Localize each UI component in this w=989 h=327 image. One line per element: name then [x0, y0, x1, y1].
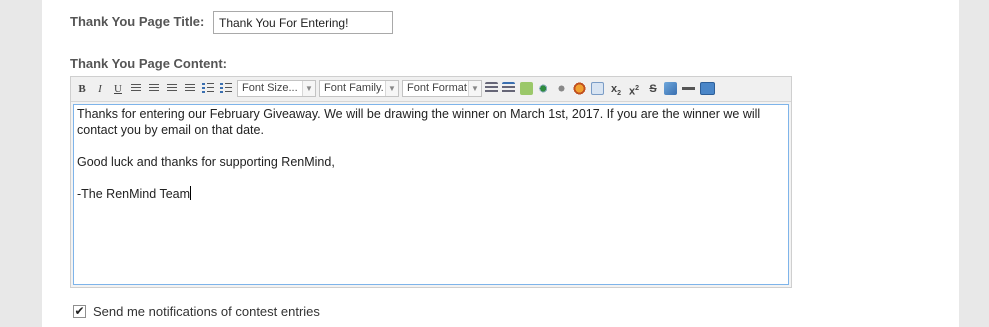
rich-text-editor: B I U Font Size... ▼ Font Family. ▼ Font…	[70, 76, 792, 288]
font-size-select[interactable]: Font Size... ▼	[237, 80, 316, 97]
title-input[interactable]	[213, 11, 393, 34]
editor-content-area[interactable]: Thanks for entering our February Giveawa…	[73, 104, 789, 285]
align-left-icon[interactable]	[131, 84, 141, 93]
highlight-icon[interactable]	[520, 82, 533, 95]
font-size-value: Font Size...	[242, 82, 298, 94]
font-family-value: Font Family.	[324, 82, 384, 94]
editor-paragraph-1: Thanks for entering our February Giveawa…	[77, 107, 761, 137]
horizontal-rule-icon[interactable]	[682, 82, 695, 95]
subscript-icon[interactable]: x2	[609, 81, 623, 97]
align-right-icon[interactable]	[167, 84, 177, 93]
notify-label: Send me notifications of contest entries	[93, 304, 320, 319]
align-center-icon[interactable]	[149, 84, 159, 93]
align-justify-icon[interactable]	[185, 84, 195, 93]
insert-special-icon[interactable]	[664, 82, 677, 95]
chevron-down-icon: ▼	[385, 81, 398, 96]
underline-button[interactable]: U	[111, 81, 125, 97]
italic-button[interactable]: I	[93, 81, 107, 97]
font-family-select[interactable]: Font Family. ▼	[319, 80, 399, 97]
image-icon[interactable]	[573, 82, 586, 95]
bold-button[interactable]: B	[75, 81, 89, 97]
notify-checkbox[interactable]: ✔	[73, 305, 86, 318]
font-format-value: Font Format	[407, 82, 467, 94]
unordered-list-icon[interactable]	[220, 83, 232, 94]
font-format-select[interactable]: Font Format ▼	[402, 80, 482, 97]
superscript-icon[interactable]: x2	[627, 81, 641, 98]
chevron-down-icon: ▼	[468, 81, 481, 96]
editor-signature: -The RenMind Team	[77, 187, 191, 201]
indent-icon[interactable]	[502, 82, 515, 95]
chevron-down-icon: ▼	[302, 81, 315, 96]
editor-paragraph-3: -The RenMind Team	[77, 186, 785, 202]
link-icon[interactable]	[538, 82, 551, 95]
ordered-list-icon[interactable]	[202, 83, 214, 94]
edit-icon[interactable]	[591, 82, 604, 95]
editor-paragraph-2: Good luck and thanks for supporting RenM…	[77, 155, 335, 169]
content-label: Thank You Page Content:	[70, 56, 227, 71]
editor-toolbar: B I U Font Size... ▼ Font Family. ▼ Font…	[71, 77, 791, 102]
strikethrough-icon[interactable]: S	[646, 81, 660, 97]
text-caret	[190, 186, 192, 200]
html-source-icon[interactable]	[700, 82, 715, 95]
title-label: Thank You Page Title:	[70, 14, 205, 29]
outdent-icon[interactable]	[485, 82, 498, 95]
unlink-icon[interactable]	[555, 82, 568, 95]
